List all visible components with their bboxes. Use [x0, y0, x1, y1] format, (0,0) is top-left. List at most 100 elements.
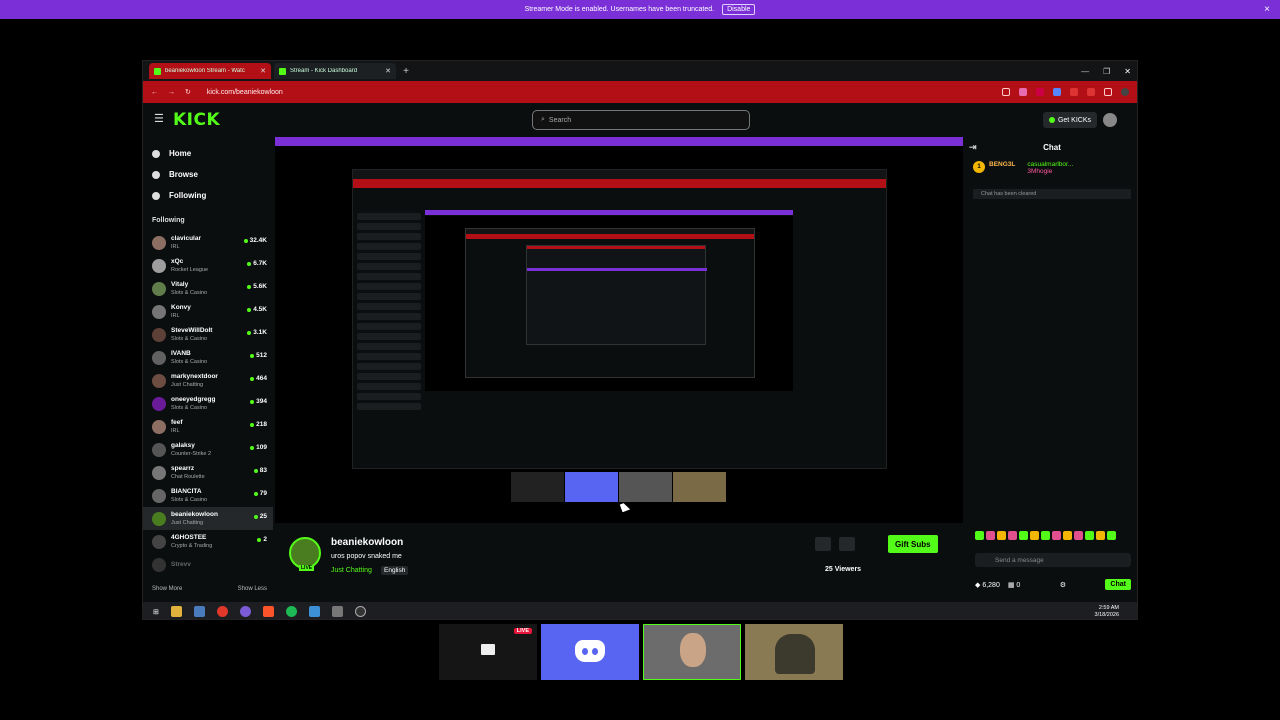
user-avatar[interactable] [1103, 113, 1117, 127]
brave-icon[interactable] [262, 606, 274, 617]
extension-icon[interactable] [1036, 88, 1044, 96]
spotify-icon[interactable] [285, 606, 297, 617]
streamer-name[interactable]: beaniekowloon [331, 537, 403, 548]
following-item[interactable]: BIANCITA Slots & Casino 79 [143, 484, 273, 507]
following-item[interactable]: Konvy IRL 4.5K [143, 300, 273, 323]
viewer-count: 5.6K [247, 283, 267, 290]
url-field[interactable]: kick.com/beaniekowloon [207, 89, 283, 96]
extension-icon[interactable] [1087, 88, 1095, 96]
following-item[interactable]: oneeyedgregg Slots & Casino 394 [143, 392, 273, 415]
download-icon[interactable] [1104, 88, 1112, 96]
stream-category[interactable]: Just Chatting [331, 567, 372, 574]
following-item[interactable]: xQc Rocket League 6.7K [143, 254, 273, 277]
new-tab-button[interactable]: + [399, 66, 413, 77]
collapse-chat-icon[interactable]: ⇥ [969, 142, 977, 153]
emote-icon[interactable] [1008, 531, 1017, 540]
webcam-thumbnail-room[interactable] [745, 624, 843, 680]
settings-icon[interactable]: ⚙ [1060, 581, 1066, 589]
back-icon[interactable]: ← [151, 89, 158, 96]
show-less-link[interactable]: Show Less [238, 586, 267, 592]
tab-close-icon[interactable]: ✕ [260, 67, 266, 75]
emote-icon[interactable] [1074, 531, 1083, 540]
chat-message-input[interactable]: Send a message [975, 553, 1131, 567]
show-more-link[interactable]: Show More [152, 586, 182, 592]
nav-following-label: Following [169, 191, 207, 200]
emote-icon[interactable] [1063, 531, 1072, 540]
kick-logo[interactable]: KICK [173, 110, 220, 130]
emote-icon[interactable] [986, 531, 995, 540]
banner-close-icon[interactable]: × [1264, 4, 1270, 15]
notification-bell-button[interactable] [815, 537, 831, 551]
emote-icon[interactable] [1096, 531, 1105, 540]
disable-button[interactable]: Disable [722, 4, 756, 15]
following-item[interactable]: galaksy Counter-Strike 2 109 [143, 438, 273, 461]
get-kicks-button[interactable]: Get KICKs [1043, 112, 1097, 128]
channel-category: Just Chatting [171, 519, 204, 526]
start-icon[interactable]: ⊞ [153, 608, 159, 616]
app-icon[interactable] [331, 606, 343, 617]
webcam-thumbnail-face[interactable] [643, 624, 741, 680]
emote-icon[interactable] [1030, 531, 1039, 540]
mouse-cursor [619, 501, 631, 513]
live-dot-icon [250, 445, 255, 450]
language-tag[interactable]: English [381, 566, 409, 575]
gifter-name[interactable]: BENG3L [989, 161, 1015, 168]
following-item[interactable]: markynextdoor Just Chatting 464 [143, 369, 273, 392]
following-item[interactable]: beaniekowloon Just Chatting 25 [143, 507, 273, 530]
video-player[interactable] [275, 137, 963, 523]
following-item[interactable]: IVANB Slots & Casino 512 [143, 346, 273, 369]
emote-icon[interactable] [975, 531, 984, 540]
discord-thumbnail[interactable] [541, 624, 639, 680]
tab-label: beaniekowloon Stream - Watc [165, 68, 245, 74]
gifter-name[interactable]: 3Mhogie [1027, 168, 1052, 175]
emote-icon[interactable] [1107, 531, 1116, 540]
emote-icon[interactable] [1019, 531, 1028, 540]
tab-close-icon[interactable]: ✕ [385, 67, 391, 75]
minimize-icon[interactable]: — [1081, 67, 1089, 76]
reload-icon[interactable]: ↻ [185, 88, 191, 96]
search-input[interactable]: ⌕ Search [532, 110, 750, 130]
following-item[interactable]: SteveWillDoIt Slots & Casino 3.1K [143, 323, 273, 346]
nav-home[interactable]: Home [143, 143, 273, 164]
following-item[interactable]: clavicular IRL 32.4K [143, 231, 273, 254]
tab-bar: beaniekowloon Stream - Watc ✕ Stream - K… [143, 61, 1137, 81]
nav-browse[interactable]: Browse [143, 164, 273, 185]
extension-icon[interactable] [1019, 88, 1027, 96]
explorer-icon[interactable] [170, 606, 182, 617]
bookmark-icon[interactable] [1002, 88, 1010, 96]
emote-icon[interactable] [1085, 531, 1094, 540]
following-item[interactable]: feef IRL 218 [143, 415, 273, 438]
chrome-icon[interactable] [216, 606, 228, 617]
channel-avatar [152, 442, 166, 457]
tab-dashboard[interactable]: Stream - Kick Dashboard ✕ [274, 63, 396, 79]
nested-browser-capture [352, 169, 887, 469]
share-clip-button[interactable] [863, 537, 879, 551]
profile-icon[interactable] [1121, 88, 1129, 96]
close-icon[interactable]: ✕ [1124, 67, 1131, 76]
chat-send-button[interactable]: Chat [1105, 579, 1131, 590]
gifter-name[interactable]: casualmarlbor... [1027, 161, 1073, 168]
following-item[interactable]: spearrz Chat Roulette 83 [143, 461, 273, 484]
emote-icon[interactable] [1052, 531, 1061, 540]
app-icon[interactable] [308, 606, 320, 617]
forward-icon[interactable]: → [168, 89, 175, 96]
following-item[interactable]: Vitaly Slots & Casino 5.6K [143, 277, 273, 300]
obs-icon[interactable] [354, 606, 366, 617]
gift-subs-button[interactable]: Gift Subs [888, 535, 938, 553]
screen-share-thumbnail[interactable]: LIVE [439, 624, 537, 680]
follow-heart-button[interactable] [839, 537, 855, 551]
nav-following[interactable]: Following [143, 185, 273, 206]
emote-icon[interactable] [997, 531, 1006, 540]
following-item[interactable]: Strevv [143, 553, 273, 576]
viewer-count-value: 394 [256, 398, 267, 405]
menu-icon[interactable]: ☰ [154, 112, 164, 125]
extension-icon[interactable] [1070, 88, 1078, 96]
steam-icon[interactable] [193, 606, 205, 617]
extension-icon[interactable] [1053, 88, 1061, 96]
maximize-icon[interactable]: ❐ [1103, 67, 1110, 76]
tab-stream[interactable]: beaniekowloon Stream - Watc ✕ [149, 63, 271, 79]
app-icon[interactable] [239, 606, 251, 617]
emote-icon[interactable] [1041, 531, 1050, 540]
system-clock[interactable]: 2:59 AM 3/18/2026 [1095, 605, 1137, 619]
following-item[interactable]: 4GHOSTEE Crypto & Trading 2 [143, 530, 273, 553]
